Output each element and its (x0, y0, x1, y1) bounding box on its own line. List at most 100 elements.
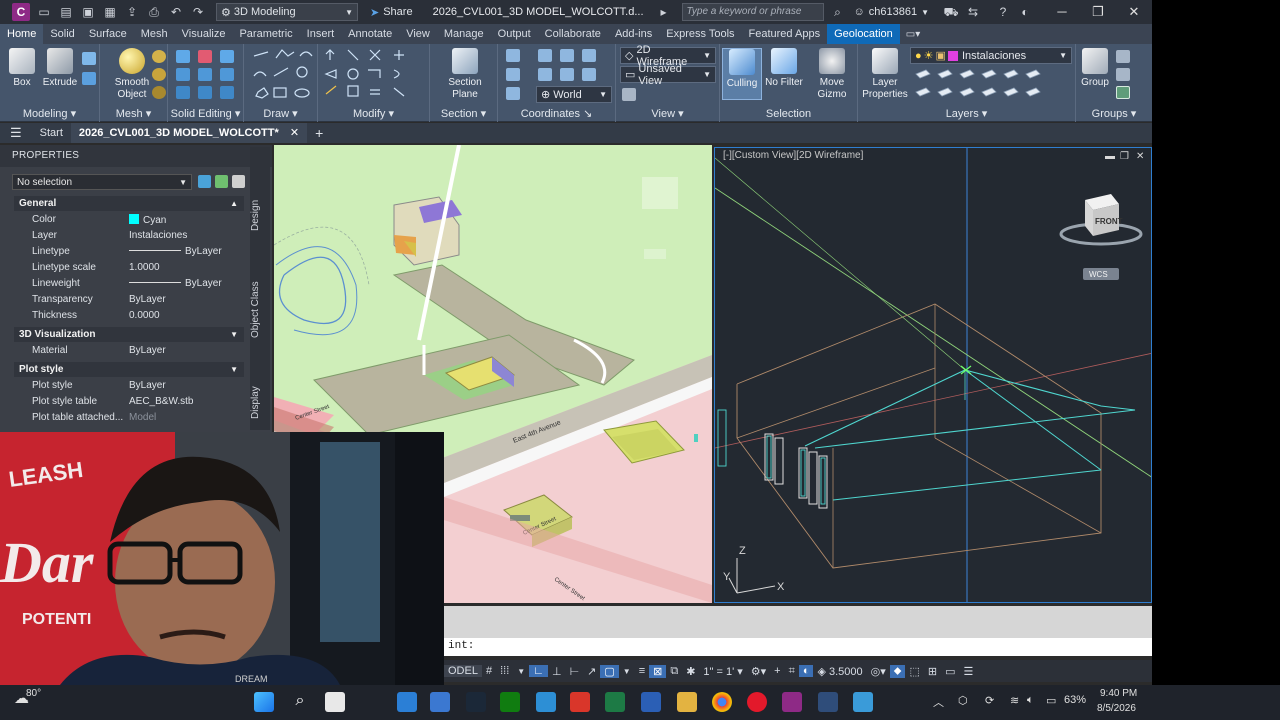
lineweight-icon[interactable]: ≡ (635, 665, 649, 677)
transparency-icon[interactable]: ⊠ (649, 664, 667, 678)
vertical-tab-object-class[interactable]: Object Class (250, 275, 270, 345)
model-space-button[interactable]: ODEL (444, 665, 482, 677)
clock-date[interactable]: 8/5/2026 (1097, 703, 1136, 714)
file-explorer-app-icon[interactable] (325, 692, 345, 712)
panel-title-coordinates[interactable]: Coordinates ↘ (498, 107, 615, 120)
outlook-app-icon[interactable] (397, 692, 417, 712)
ucs-z-icon[interactable] (560, 49, 574, 62)
prop-row-color[interactable]: Color Cyan (14, 212, 244, 228)
group-edit-icon[interactable] (1116, 68, 1130, 81)
panel-title-modify[interactable]: Modify ▾ (318, 107, 429, 120)
infer-constraints-icon[interactable]: ∟ (529, 665, 548, 677)
workspace-gear-icon[interactable]: ⚙▾ (747, 665, 770, 678)
autocad-app-icon[interactable] (782, 692, 802, 712)
offset-edge-icon[interactable] (220, 86, 234, 99)
ucs-origin-icon[interactable] (538, 49, 552, 62)
extract-edges-icon[interactable] (198, 86, 212, 99)
ungroup-icon[interactable] (1116, 50, 1130, 63)
section-3d-visualization[interactable]: 3D Visualization ▼ (14, 327, 244, 342)
ucs-3point-icon[interactable] (582, 49, 596, 62)
chrome-app-icon[interactable] (712, 692, 732, 712)
grid-icon[interactable]: # (482, 665, 496, 677)
steam-app-icon[interactable] (466, 692, 486, 712)
layer-dropdown[interactable]: ● ☀ ▣ Instalaciones ▼ (910, 47, 1072, 64)
fullscreen-icon[interactable]: ▭ (941, 665, 959, 678)
viewport-restore-icon[interactable]: ❐ (1120, 151, 1129, 162)
quick-properties-icon[interactable]: ⊞ (924, 665, 941, 678)
redo-icon[interactable]: ↷ (190, 5, 206, 19)
prop-row-lineweight[interactable]: Lineweight ByLayer (14, 276, 244, 292)
viewport-config-icon[interactable] (622, 88, 636, 101)
named-view-dropdown[interactable]: ▭ Unsaved View ▼ (620, 63, 716, 87)
subtract-icon[interactable] (198, 50, 212, 63)
cart-icon[interactable]: ⛟ (943, 5, 959, 19)
wcs-faded-icon[interactable] (644, 249, 666, 259)
tab-collaborate[interactable]: Collaborate (538, 24, 608, 44)
section-general[interactable]: General ▲ (14, 196, 244, 211)
hardware-accel-icon[interactable]: ⬥ (889, 664, 906, 678)
dynamic-input-icon[interactable]: ⊥ (548, 665, 566, 678)
polar-tracking-icon[interactable]: ↗ (583, 665, 600, 678)
tab-annotate[interactable]: Annotate (341, 24, 399, 44)
slice-icon[interactable] (176, 68, 190, 81)
mesh-refine-icon[interactable] (152, 86, 166, 99)
app-store-icon[interactable]: ◐ (1017, 5, 1033, 19)
vertical-tab-display[interactable]: Display (250, 383, 270, 423)
tab-parametric[interactable]: Parametric (232, 24, 299, 44)
search-icon[interactable]: ⌕ (290, 692, 310, 712)
new-file-icon[interactable]: ▭ (36, 5, 52, 19)
intersect-icon[interactable] (220, 50, 234, 63)
viewport-label[interactable]: [-][Custom View][2D Wireframe] (723, 150, 863, 161)
upload-icon[interactable]: ⇪ (124, 5, 140, 19)
volume-icon[interactable]: 🔈︎ (1027, 694, 1034, 707)
ucs-object-icon[interactable] (582, 68, 596, 81)
prop-row-material[interactable]: Material ByLayer (14, 343, 244, 359)
ucs-icon-toggle[interactable] (506, 87, 520, 100)
help-icon[interactable]: ? (995, 5, 1011, 19)
tray-sync-icon[interactable]: ⟳ (985, 694, 994, 707)
media-app-icon[interactable] (747, 692, 767, 712)
ucs-named-icon[interactable] (506, 68, 520, 81)
share-button[interactable]: ➤ Share (370, 6, 413, 19)
tab-home[interactable]: Home (0, 24, 44, 44)
word-app-icon[interactable] (641, 692, 661, 712)
chevron-down-icon[interactable]: ▼ (513, 667, 529, 676)
battery-icon[interactable]: ▭ (1046, 694, 1056, 707)
visual-style-dropdown[interactable]: ◇ 2D Wireframe ▼ (620, 44, 716, 68)
tab-express-tools[interactable]: Express Tools (659, 24, 741, 44)
tab-visualize[interactable]: Visualize (175, 24, 233, 44)
new-tab-plus-icon[interactable]: + (307, 123, 331, 143)
object-snap-icon[interactable]: ▢ (600, 664, 619, 678)
ucs-dropdown[interactable]: ⊕ World ▼ (536, 86, 612, 103)
layer-properties-button[interactable]: Layer Properties (862, 48, 908, 101)
mesh-smooth-more-icon[interactable] (152, 68, 166, 81)
photos-app-icon[interactable] (536, 692, 556, 712)
pickadd-toggle-icon[interactable] (232, 175, 245, 188)
isolate-objects-icon[interactable]: ◐ (798, 665, 814, 677)
tab-add-ins[interactable]: Add-ins (608, 24, 659, 44)
prop-row-layer[interactable]: Layer Instalaciones (14, 228, 244, 244)
undo-icon[interactable]: ↶ (168, 5, 184, 19)
excel-app-icon[interactable] (605, 692, 625, 712)
weather-temp[interactable]: 80° (26, 688, 41, 699)
maximize-button[interactable]: ❐ (1080, 0, 1116, 24)
connect-icon[interactable]: ⇆ (965, 5, 981, 19)
tab-surface[interactable]: Surface (82, 24, 134, 44)
smooth-object-button[interactable]: Smooth Object (108, 48, 156, 101)
save-icon[interactable]: ▣ (80, 5, 96, 19)
selection-dropdown[interactable]: No selection ▼ (12, 174, 192, 190)
viewport-minimize-icon[interactable]: ▬ (1105, 151, 1115, 162)
ribbon-display-toggle-icon[interactable]: ▭▾ (906, 29, 920, 40)
viewcube-front-label[interactable]: FRONT (1095, 217, 1123, 226)
tab-active-drawing[interactable]: 2026_CVL001_3D MODEL_WOLCOTT* ✕ (70, 123, 308, 143)
customize-menu-icon[interactable]: ☰ (960, 665, 978, 678)
annotation-scale-dropdown[interactable]: 1" = 1' ▾ (699, 665, 746, 678)
close-button[interactable]: ✕ (1116, 0, 1152, 24)
ucs-icon[interactable] (506, 49, 520, 62)
graphics-perf-icon[interactable]: ◎▾ (867, 665, 890, 678)
panel-title-section[interactable]: Section ▾ (430, 107, 497, 120)
tab-mesh[interactable]: Mesh (134, 24, 175, 44)
battery-percent[interactable]: 63% (1064, 694, 1086, 706)
xbox-app-icon[interactable] (500, 692, 520, 712)
close-icon[interactable]: ✕ (290, 127, 299, 139)
